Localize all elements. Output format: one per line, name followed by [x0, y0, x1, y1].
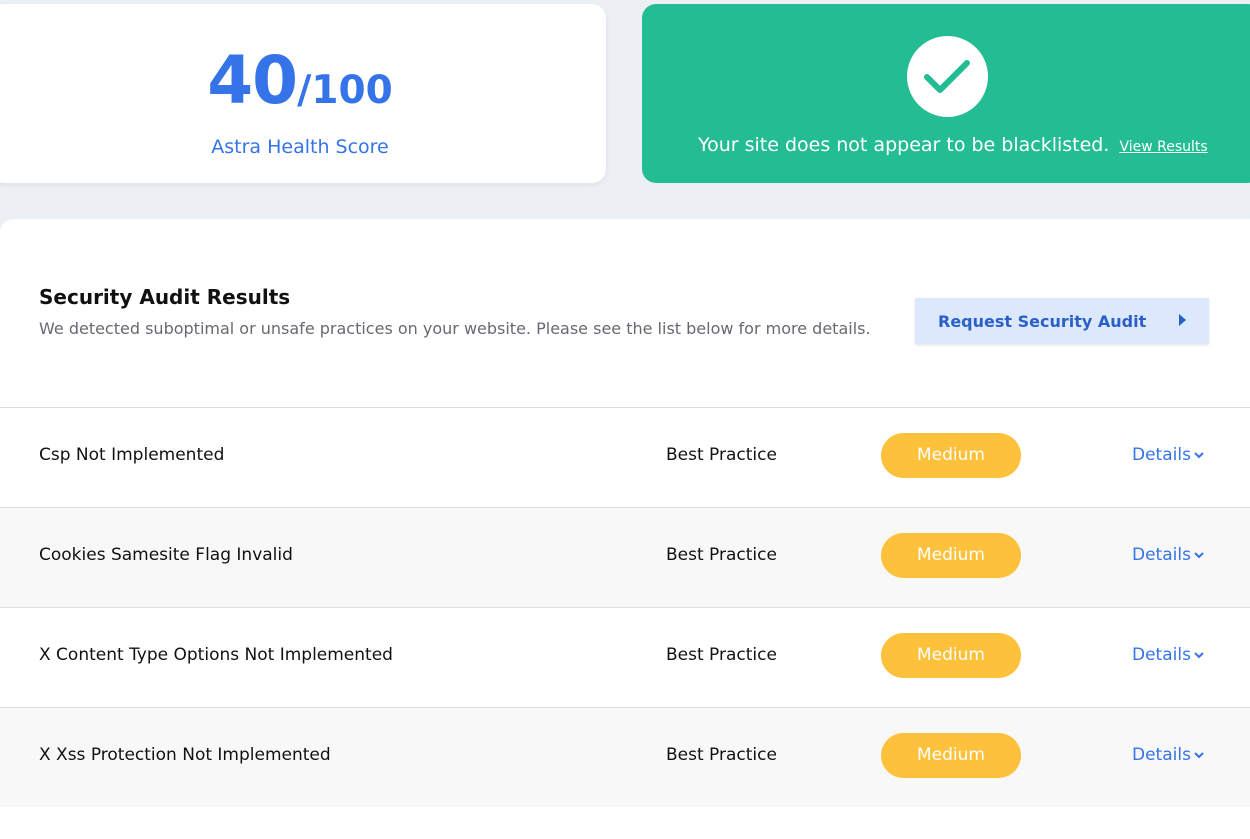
audit-title: Security Audit Results — [39, 285, 291, 309]
score-value: 40 — [207, 42, 298, 119]
blacklist-message-line: Your site does not appear to be blacklis… — [698, 134, 1208, 156]
caret-right-icon — [1179, 314, 1186, 326]
score-total: /100 — [297, 68, 393, 113]
details-toggle[interactable]: Details — [1132, 745, 1205, 765]
security-audit-panel: Security Audit Results We detected subop… — [0, 219, 1250, 839]
health-score: 40/100 — [0, 42, 600, 119]
severity-badge: Medium — [881, 733, 1021, 778]
health-score-card: 40/100 Astra Health Score — [0, 4, 606, 183]
chevron-down-icon — [1194, 452, 1204, 459]
audit-description: We detected suboptimal or unsafe practic… — [39, 319, 871, 338]
details-label: Details — [1132, 445, 1191, 465]
blacklist-status-card: Your site does not appear to be blacklis… — [642, 4, 1250, 183]
audit-row: Cookies Samesite Flag Invalid Best Pract… — [0, 507, 1250, 607]
issue-name: Cookies Samesite Flag Invalid — [39, 545, 293, 565]
issue-name: X Xss Protection Not Implemented — [39, 745, 331, 765]
issue-category: Best Practice — [666, 645, 777, 665]
chevron-down-icon — [1194, 652, 1204, 659]
audit-row: X Content Type Options Not Implemented B… — [0, 607, 1250, 707]
audit-results-list: Csp Not Implemented Best Practice Medium… — [0, 407, 1250, 807]
audit-row: X Xss Protection Not Implemented Best Pr… — [0, 707, 1250, 807]
details-label: Details — [1132, 545, 1191, 565]
audit-row: Csp Not Implemented Best Practice Medium… — [0, 407, 1250, 507]
details-toggle[interactable]: Details — [1132, 645, 1205, 665]
blacklist-message: Your site does not appear to be blacklis… — [698, 134, 1110, 156]
severity-badge: Medium — [881, 433, 1021, 478]
issue-category: Best Practice — [666, 445, 777, 465]
view-results-link[interactable]: View Results — [1119, 139, 1207, 155]
details-label: Details — [1132, 645, 1191, 665]
score-label: Astra Health Score — [211, 136, 389, 158]
chevron-down-icon — [1194, 752, 1204, 759]
details-toggle[interactable]: Details — [1132, 445, 1205, 465]
issue-category: Best Practice — [666, 545, 777, 565]
details-toggle[interactable]: Details — [1132, 545, 1205, 565]
details-label: Details — [1132, 745, 1191, 765]
severity-badge: Medium — [881, 533, 1021, 578]
chevron-down-icon — [1194, 552, 1204, 559]
issue-name: X Content Type Options Not Implemented — [39, 645, 393, 665]
issue-name: Csp Not Implemented — [39, 445, 225, 465]
request-security-audit-button[interactable]: Request Security Audit — [915, 298, 1209, 344]
request-button-label: Request Security Audit — [938, 311, 1147, 331]
check-icon — [907, 36, 988, 117]
issue-category: Best Practice — [666, 745, 777, 765]
severity-badge: Medium — [881, 633, 1021, 678]
